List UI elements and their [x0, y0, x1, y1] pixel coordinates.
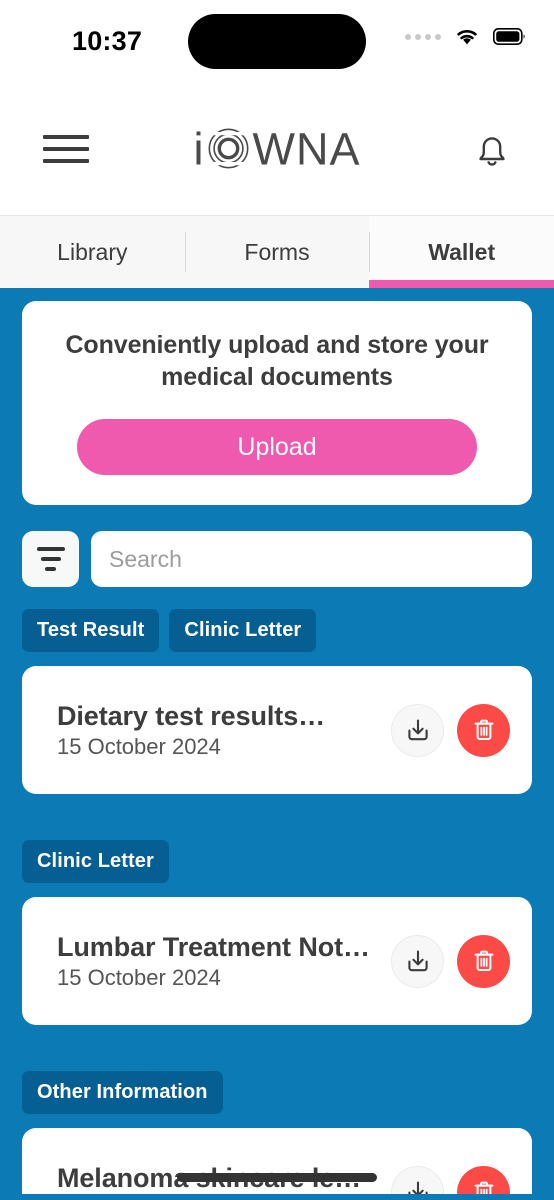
brand-prefix: i: [193, 123, 204, 174]
download-icon[interactable]: [391, 934, 444, 988]
document-title: Lumbar Treatment Not…: [57, 931, 370, 962]
filter-lines-icon[interactable]: [22, 531, 79, 587]
search-input[interactable]: [91, 531, 532, 587]
document-date: 15 October 2024: [57, 733, 221, 759]
phone-screen: 10:37 i WNA Library Forms Wallet Conveni…: [0, 0, 554, 1200]
document-info: Lumbar Treatment Not… 15 October 2024: [57, 932, 370, 991]
document-title: Dietary test results…: [57, 700, 326, 731]
section-chip-clinic-letter[interactable]: Clinic Letter: [22, 840, 169, 883]
section-chip-row: Other Information: [22, 1071, 532, 1114]
tab-forms[interactable]: Forms: [184, 216, 370, 288]
document-card[interactable]: Lumbar Treatment Not… 15 October 2024: [22, 897, 532, 1025]
wifi-icon: [457, 30, 477, 45]
status-icons: [405, 27, 526, 46]
signal-dots-icon: [405, 33, 441, 40]
battery-full-icon: [493, 28, 525, 45]
section-chip-other-information[interactable]: Other Information: [22, 1071, 223, 1114]
document-actions: [391, 1165, 510, 1194]
bell-icon[interactable]: [468, 125, 516, 173]
download-icon[interactable]: [391, 1165, 444, 1194]
trash-icon[interactable]: [457, 1165, 510, 1194]
hamburger-menu-icon[interactable]: [38, 127, 94, 171]
upload-button[interactable]: Upload: [77, 419, 477, 475]
document-actions: [391, 703, 510, 757]
trash-icon[interactable]: [457, 703, 510, 757]
document-date: 15 October 2024: [57, 964, 221, 990]
document-card[interactable]: Melanoma skincare le… 15 October 2024: [22, 1128, 532, 1194]
document-info: Dietary test results… 15 October 2024: [57, 701, 325, 760]
search-row: [22, 531, 532, 587]
tab-library[interactable]: Library: [0, 216, 185, 288]
document-actions: [391, 934, 510, 988]
app-header: i WNA: [0, 82, 554, 215]
ring-target-icon: [207, 128, 250, 170]
document-card[interactable]: Dietary test results… 15 October 2024: [22, 666, 532, 794]
upload-card-title: Conveniently upload and store your medic…: [65, 331, 489, 391]
section-chip-row: Clinic Letter: [22, 840, 532, 883]
status-time: 10:37: [72, 26, 143, 56]
trash-icon[interactable]: [457, 934, 510, 988]
tab-bar: Library Forms Wallet: [0, 215, 554, 288]
download-icon[interactable]: [391, 703, 444, 757]
home-indicator[interactable]: [177, 1173, 377, 1182]
filter-chip-test-result[interactable]: Test Result: [22, 609, 160, 652]
tab-wallet[interactable]: Wallet: [369, 216, 554, 288]
wallet-content: Conveniently upload and store your medic…: [0, 288, 554, 1194]
dynamic-island: [188, 14, 366, 69]
filter-chip-clinic-letter[interactable]: Clinic Letter: [169, 609, 317, 652]
status-bar: 10:37: [0, 0, 554, 82]
upload-card: Conveniently upload and store your medic…: [22, 301, 532, 505]
brand-suffix: WNA: [252, 123, 361, 174]
filter-chip-row: Test Result Clinic Letter: [22, 609, 532, 652]
brand-logo: i WNA: [194, 126, 361, 171]
